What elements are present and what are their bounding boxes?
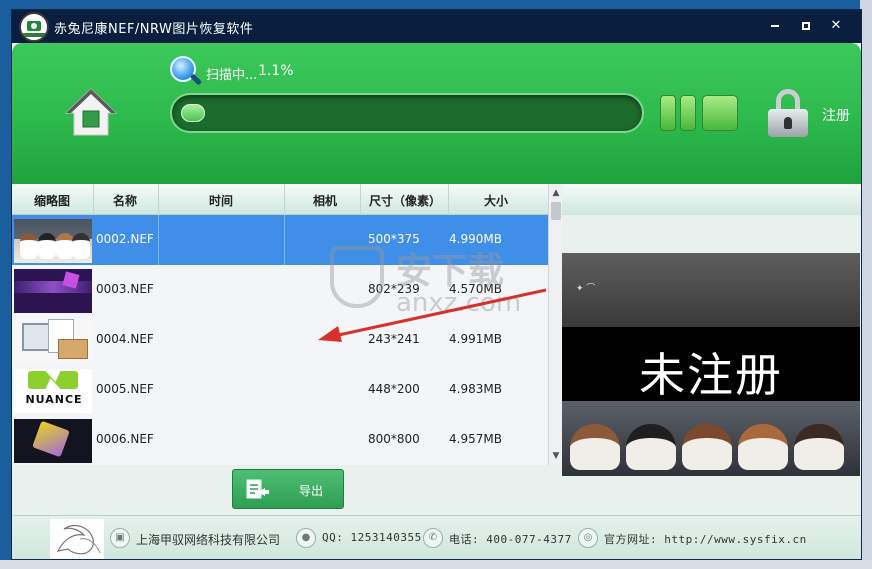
thumbnail-logo-text: NUANCE bbox=[25, 393, 83, 406]
file-size: 4.983MB bbox=[449, 382, 502, 396]
pause-icon-bar bbox=[680, 95, 696, 131]
column-camera[interactable]: 相机 bbox=[313, 192, 337, 209]
home-icon[interactable] bbox=[64, 85, 118, 139]
file-size: 4.957MB bbox=[449, 432, 502, 446]
company-logo bbox=[50, 519, 104, 559]
app-window: 赤兔尼康NEF/NRW图片恢复软件 ✕ 扫描中... 1.1% 注册 缩略图 名… bbox=[11, 9, 862, 560]
preview-puppies-image bbox=[562, 401, 860, 476]
file-name: 0003.NEF bbox=[96, 282, 154, 296]
scroll-thumb[interactable] bbox=[551, 202, 561, 220]
header-panel: 扫描中... 1.1% 注册 bbox=[12, 43, 861, 184]
file-list-scrollbar[interactable]: ▲ ▼ bbox=[548, 184, 562, 465]
file-table-header: 缩略图 名称 时间 相机 尺寸（像素） 大小 bbox=[12, 184, 548, 215]
thumbnail-image bbox=[14, 319, 92, 363]
export-icon bbox=[246, 479, 269, 499]
header-extension bbox=[562, 184, 861, 215]
file-dimensions: 800*800 bbox=[368, 432, 420, 446]
column-thumbnail[interactable]: 缩略图 bbox=[34, 192, 70, 209]
maximize-button[interactable] bbox=[797, 17, 815, 35]
minimize-button[interactable] bbox=[766, 17, 784, 35]
scan-status-label: 扫描中... bbox=[206, 68, 258, 83]
table-row[interactable]: NUANCE 0005.NEF 448*200 4.983MB bbox=[12, 365, 548, 415]
phone-number: 电话: 400-077-4377 bbox=[449, 533, 572, 546]
title-bar: 赤兔尼康NEF/NRW图片恢复软件 ✕ bbox=[12, 10, 861, 43]
preview-watermark-icon: ✦ ⌒ bbox=[576, 284, 596, 294]
column-size[interactable]: 大小 bbox=[484, 192, 508, 209]
register-link[interactable]: 注册 bbox=[822, 105, 850, 125]
desktop-taskbar-edge bbox=[0, 560, 872, 569]
company-name: 上海甲驭网络科技有限公司 bbox=[136, 533, 281, 547]
column-time[interactable]: 时间 bbox=[209, 192, 233, 209]
table-row[interactable]: 0003.NEF 802*239 4.570MB bbox=[12, 265, 548, 315]
table-row[interactable]: 0004.NEF 243*241 4.991MB bbox=[12, 315, 548, 365]
app-logo-icon bbox=[19, 12, 49, 42]
file-size: 4.991MB bbox=[449, 332, 502, 346]
minimize-icon bbox=[771, 24, 779, 27]
file-dimensions: 448*200 bbox=[368, 382, 420, 396]
qq-number: QQ: 1253140355 bbox=[322, 531, 422, 544]
thumbnail-image bbox=[14, 419, 92, 463]
export-label: 导出 bbox=[299, 484, 324, 498]
scroll-up-icon[interactable]: ▲ bbox=[549, 186, 563, 200]
qq-icon: ● bbox=[296, 528, 316, 548]
window-title: 赤兔尼康NEF/NRW图片恢复软件 bbox=[54, 22, 254, 37]
file-dimensions: 500*375 bbox=[368, 232, 420, 246]
unregistered-overlay: 未注册 bbox=[639, 348, 783, 402]
maximize-icon bbox=[802, 21, 810, 30]
footer-bar: ▣ 上海甲驭网络科技有限公司 ● QQ: 1253140355 ✆ 电话: 40… bbox=[12, 515, 861, 559]
lock-icon[interactable] bbox=[768, 89, 808, 137]
thumbnail-image bbox=[14, 269, 92, 313]
thumbnail-image bbox=[14, 219, 92, 263]
column-name[interactable]: 名称 bbox=[113, 192, 137, 209]
pause-button[interactable] bbox=[660, 95, 698, 131]
scan-progress-fill bbox=[181, 104, 205, 122]
file-dimensions: 243*241 bbox=[368, 332, 420, 346]
thumbnail-image: NUANCE bbox=[14, 369, 92, 413]
magnifier-handle bbox=[189, 73, 203, 86]
file-size: 4.570MB bbox=[449, 282, 502, 296]
file-list: 0002.NEF 500*375 4.990MB 0003.NEF 802*23… bbox=[12, 215, 548, 465]
scan-progress-bar bbox=[170, 93, 644, 133]
phone-icon: ✆ bbox=[423, 528, 443, 548]
image-preview: ✦ ⌒ 未注册 bbox=[562, 253, 860, 476]
globe-icon: ◎ bbox=[578, 528, 598, 548]
file-name: 0004.NEF bbox=[96, 332, 154, 346]
scan-percent: 1.1% bbox=[258, 63, 294, 79]
pause-icon bbox=[660, 95, 676, 131]
column-dimensions[interactable]: 尺寸（像素） bbox=[369, 192, 441, 209]
file-name: 0006.NEF bbox=[96, 432, 154, 446]
file-size: 4.990MB bbox=[449, 232, 502, 246]
file-name: 0005.NEF bbox=[96, 382, 154, 396]
website-link[interactable]: 官方网址: http://www.sysfix.cn bbox=[604, 531, 807, 547]
company-icon: ▣ bbox=[110, 528, 130, 548]
scroll-down-icon[interactable]: ▼ bbox=[549, 449, 563, 463]
close-button[interactable]: ✕ bbox=[827, 17, 845, 35]
file-name: 0002.NEF bbox=[96, 232, 154, 246]
table-row[interactable]: 0006.NEF 800*800 4.957MB bbox=[12, 415, 548, 465]
stop-button[interactable] bbox=[702, 95, 738, 131]
table-row[interactable]: 0002.NEF 500*375 4.990MB bbox=[12, 215, 548, 265]
export-button[interactable]: 导出 bbox=[232, 469, 344, 509]
file-dimensions: 802*239 bbox=[368, 282, 420, 296]
